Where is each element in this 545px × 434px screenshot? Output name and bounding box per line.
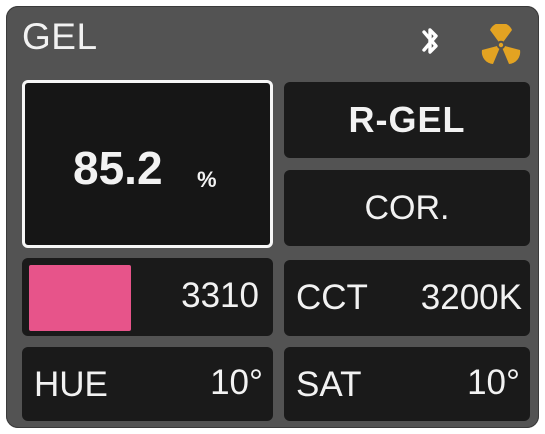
intensity-tile[interactable]: 85.2 % [22, 80, 273, 248]
cct-tile[interactable]: CCT 3200K [284, 260, 530, 336]
hue-value: 10° [210, 363, 263, 402]
mode-title: GEL [22, 16, 98, 57]
saturation-value: 10° [467, 363, 520, 402]
bluetooth-icon [422, 28, 438, 54]
cct-value: 3200K [420, 278, 522, 317]
saturation-tile[interactable]: SAT 10° [284, 347, 530, 421]
gel-number-tile[interactable]: 3310 [22, 258, 273, 336]
hue-tile[interactable]: HUE 10° [22, 347, 273, 421]
correction-button[interactable]: COR. [284, 170, 530, 246]
cct-label: CCT [296, 278, 368, 317]
fan-icon [481, 24, 521, 64]
gel-type-label: R-GEL [348, 99, 466, 140]
intensity-unit: % [197, 167, 217, 192]
correction-label: COR. [364, 188, 450, 227]
gel-type-button[interactable]: R-GEL [284, 82, 530, 158]
gel-color-swatch [29, 265, 131, 331]
hue-label: HUE [34, 365, 108, 404]
header-bar: GEL [6, 6, 539, 76]
saturation-label: SAT [296, 365, 362, 404]
gel-number: 3310 [181, 276, 259, 315]
intensity-value: 85.2 [73, 142, 163, 194]
light-control-screen: GEL 85.2 % R-GEL COR. 3310 CCT 3200K HUE… [6, 6, 539, 428]
